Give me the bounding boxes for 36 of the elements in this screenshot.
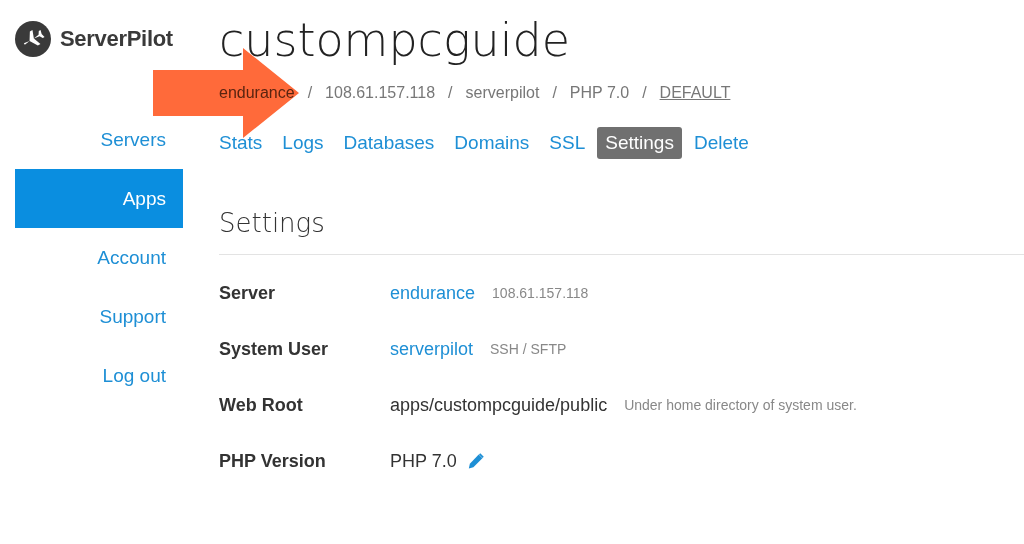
breadcrumb-separator: /: [307, 84, 313, 102]
breadcrumb-link[interactable]: DEFAULT: [659, 84, 731, 102]
breadcrumb-item: serverpilot: [465, 84, 540, 102]
sidebar-item[interactable]: Apps: [15, 169, 183, 228]
setting-label: Server: [219, 282, 277, 304]
tab[interactable]: Domains: [446, 127, 538, 159]
setting-link[interactable]: endurance: [390, 282, 476, 304]
tab[interactable]: Settings: [597, 127, 682, 159]
tab[interactable]: Logs: [274, 127, 332, 159]
pencil-icon[interactable]: [466, 452, 484, 470]
setting-label: Web Root: [219, 394, 304, 416]
tab[interactable]: Stats: [211, 127, 271, 159]
breadcrumb-item: endurance: [219, 84, 295, 102]
setting-note: 108.61.157.118: [492, 285, 589, 301]
breadcrumb-item: PHP 7.0: [569, 84, 630, 102]
tab[interactable]: Databases: [335, 127, 443, 159]
setting-note: Under home directory of system user.: [624, 397, 857, 413]
logo-text: ServerPilot: [60, 26, 173, 52]
setting-note: SSH / SFTP: [490, 341, 567, 357]
setting-value: apps/custompcguide/public: [390, 394, 608, 416]
breadcrumb-item: 108.61.157.118: [325, 84, 436, 102]
setting-link[interactable]: serverpilot: [390, 338, 474, 360]
sidebar-item[interactable]: Servers: [15, 110, 183, 169]
sidebar-item[interactable]: Log out: [15, 346, 183, 405]
sidebar-item[interactable]: Account: [15, 228, 183, 287]
setting-label: System User: [219, 338, 330, 360]
breadcrumb-separator: /: [642, 84, 647, 102]
setting-label: PHP Version: [219, 450, 327, 472]
breadcrumb-separator: /: [552, 84, 557, 102]
sidebar-item[interactable]: Support: [15, 287, 183, 346]
breadcrumb-separator: /: [448, 84, 453, 102]
setting-value: PHP 7.0: [390, 450, 457, 472]
section-heading: Settings: [219, 208, 326, 240]
tab[interactable]: SSL: [541, 127, 594, 159]
tab[interactable]: Delete: [685, 127, 757, 159]
app-title: custompcguide: [219, 12, 571, 69]
